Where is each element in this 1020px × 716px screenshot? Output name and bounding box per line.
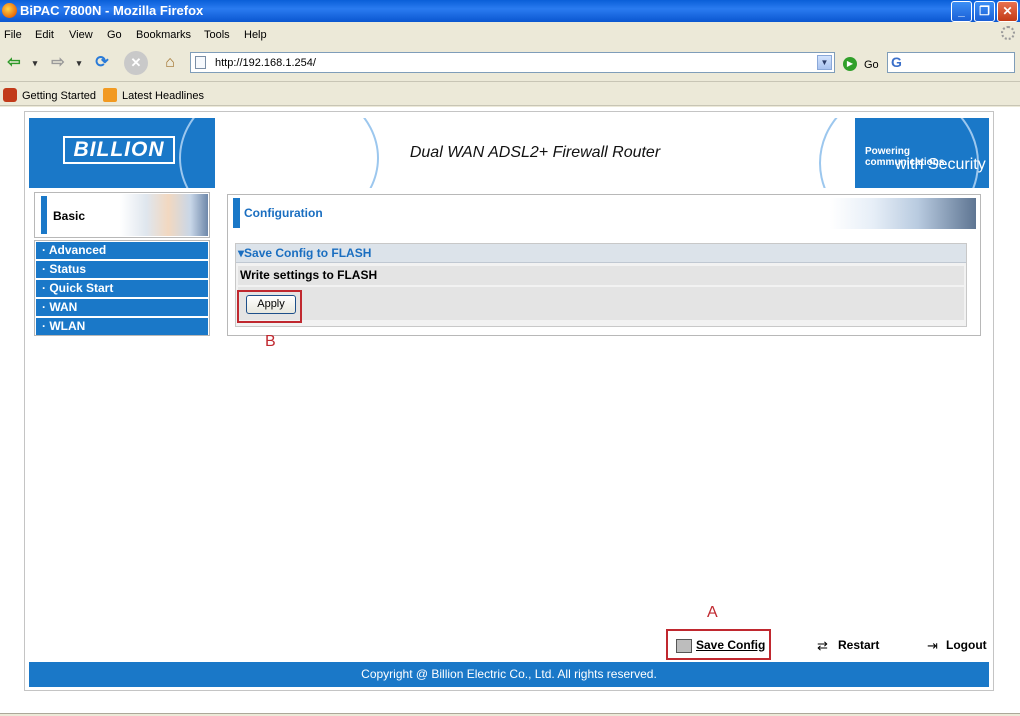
- sidebar-item-quick-start[interactable]: · Quick Start: [36, 280, 208, 297]
- save-config-section: ▾Save Config to FLASH Write settings to …: [235, 243, 967, 327]
- menu-bookmarks[interactable]: Bookmarks: [136, 29, 191, 41]
- back-dropdown-icon[interactable]: ▾: [30, 51, 40, 75]
- configuration-header: Configuration: [228, 195, 980, 231]
- logout-icon[interactable]: ⇥: [927, 639, 943, 653]
- page-title: Configuration: [244, 206, 323, 220]
- highlight-apply: [237, 290, 302, 323]
- section-row-actions: Apply: [238, 287, 964, 320]
- sidebar-item-status[interactable]: · Status: [36, 261, 208, 278]
- menu-bar: File Edit View Go Bookmarks Tools Help: [0, 24, 1020, 44]
- billion-logo: BILLION: [63, 136, 175, 164]
- search-input[interactable]: G: [887, 52, 1015, 73]
- sidebar-header-bar: [41, 196, 47, 234]
- header-accent-bar: [233, 198, 240, 228]
- save-icon[interactable]: [676, 639, 692, 653]
- menu-help[interactable]: Help: [244, 29, 267, 41]
- menu-edit[interactable]: Edit: [35, 29, 54, 41]
- bookmark-latest-headlines[interactable]: Latest Headlines: [122, 90, 204, 102]
- rss-icon: [103, 88, 117, 102]
- bookmarks-toolbar: Getting Started Latest Headlines: [0, 84, 1020, 106]
- firefox-icon: [2, 3, 17, 18]
- url-bar[interactable]: http://192.168.1.254/ ▼: [190, 52, 835, 73]
- sidebar-menu: · Advanced · Status · Quick Start · WAN …: [34, 240, 210, 336]
- browser-viewport: BILLION Dual WAN ADSL2+ Firewall Router …: [0, 107, 1020, 713]
- reload-icon[interactable]: ⟳: [90, 51, 114, 75]
- menu-file[interactable]: File: [4, 29, 22, 41]
- bookmark-getting-started[interactable]: Getting Started: [22, 90, 96, 102]
- minimize-button[interactable]: _: [951, 1, 972, 22]
- router-page: BILLION Dual WAN ADSL2+ Firewall Router …: [24, 111, 994, 691]
- page-icon: [195, 56, 206, 69]
- menu-view[interactable]: View: [69, 29, 93, 41]
- copyright-footer: Copyright @ Billion Electric Co., Ltd. A…: [29, 662, 989, 687]
- sidebar-header[interactable]: Basic: [34, 192, 210, 238]
- stop-icon[interactable]: ✕: [124, 51, 148, 75]
- url-dropdown-icon[interactable]: ▼: [817, 55, 832, 70]
- maximize-button[interactable]: ❐: [974, 1, 995, 22]
- sidebar-item-advanced[interactable]: · Advanced: [36, 242, 208, 259]
- logout-link[interactable]: Logout: [946, 638, 987, 652]
- url-text[interactable]: http://192.168.1.254/: [215, 57, 316, 69]
- restart-link[interactable]: Restart: [838, 638, 879, 652]
- restart-icon[interactable]: ⇄: [817, 639, 833, 653]
- annotation-b: B: [265, 333, 276, 350]
- section-title: ▾Save Config to FLASH: [236, 244, 966, 263]
- configuration-panel: Configuration ▾Save Config to FLASH Writ…: [227, 194, 981, 336]
- throbber-icon: [1001, 26, 1015, 40]
- window-title: BiPAC 7800N - Mozilla Firefox: [20, 3, 204, 18]
- sidebar-header-label[interactable]: Basic: [53, 209, 85, 223]
- forward-icon[interactable]: ⇨: [46, 51, 70, 75]
- close-button[interactable]: ✕: [997, 1, 1018, 22]
- section-row-label: Write settings to FLASH: [238, 266, 964, 285]
- header-banner: BILLION Dual WAN ADSL2+ Firewall Router …: [29, 118, 989, 188]
- window-titlebar: BiPAC 7800N - Mozilla Firefox _ ❐ ✕: [0, 0, 1020, 22]
- navigation-toolbar: ⇦ ▾ ⇨ ▾ ⟳ ✕ ⌂ http://192.168.1.254/ ▼ ▶ …: [0, 46, 1020, 82]
- menu-tools[interactable]: Tools: [204, 29, 230, 41]
- save-config-link[interactable]: Save Config: [696, 638, 765, 652]
- annotation-a: A: [707, 604, 718, 621]
- tagline-line-2: with Security: [895, 156, 986, 173]
- go-icon[interactable]: ▶: [843, 57, 857, 71]
- home-icon[interactable]: ⌂: [158, 51, 182, 75]
- go-button[interactable]: Go: [864, 59, 879, 71]
- back-icon[interactable]: ⇦: [2, 51, 26, 75]
- sidebar-photo: [120, 194, 208, 236]
- google-icon[interactable]: G: [891, 54, 902, 70]
- sidebar-item-wlan[interactable]: · WLAN: [36, 318, 208, 335]
- header-image: [830, 198, 976, 229]
- menu-go[interactable]: Go: [107, 29, 122, 41]
- product-title: Dual WAN ADSL2+ Firewall Router: [409, 144, 661, 161]
- sidebar-item-wan[interactable]: · WAN: [36, 299, 208, 316]
- forward-dropdown-icon[interactable]: ▾: [74, 51, 84, 75]
- getting-started-icon: [3, 88, 17, 102]
